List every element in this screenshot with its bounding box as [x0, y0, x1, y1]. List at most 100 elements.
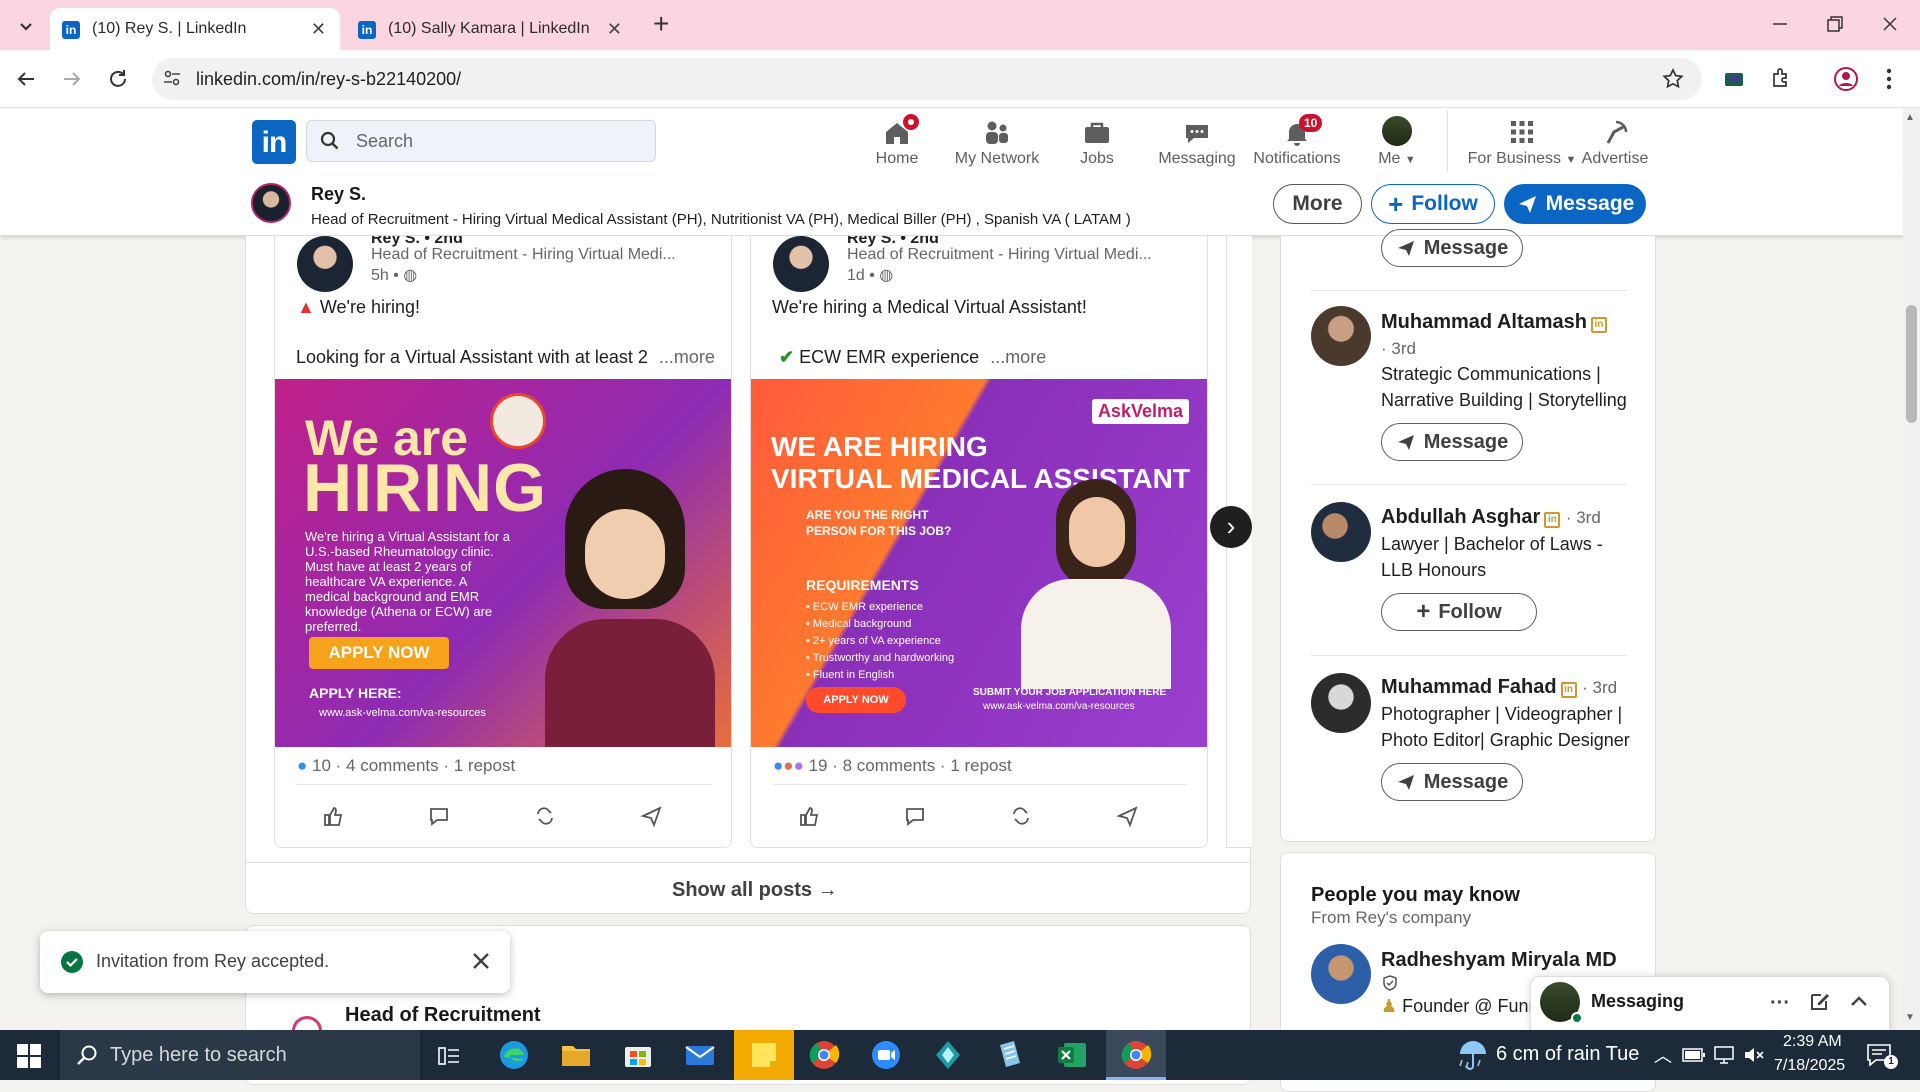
- chrome-icon[interactable]: [806, 1037, 842, 1073]
- chrome-taskbar-button-active[interactable]: [1106, 1030, 1166, 1080]
- minimize-button[interactable]: [1768, 12, 1792, 36]
- battery-icon[interactable]: [1682, 1047, 1706, 1063]
- mail-icon[interactable]: [682, 1037, 718, 1073]
- follow-button[interactable]: + Follow: [1381, 593, 1537, 631]
- message-button[interactable]: Message: [1381, 229, 1523, 267]
- see-more-link[interactable]: ...more: [659, 347, 715, 367]
- messaging-label[interactable]: Messaging: [1591, 991, 1684, 1012]
- carousel-next-button[interactable]: ›: [1210, 506, 1252, 548]
- like-button[interactable]: [313, 796, 353, 836]
- sticky-notes-taskbar-button[interactable]: [734, 1030, 794, 1080]
- show-hidden-icons-icon[interactable]: ︿: [1654, 1042, 1672, 1068]
- restore-button[interactable]: [1822, 12, 1846, 36]
- profile-name[interactable]: Muhammad Altamash in: [1381, 311, 1607, 334]
- weather-rain-icon[interactable]: [1456, 1038, 1490, 1072]
- weather-text[interactable]: 6 cm of rain Tue: [1496, 1043, 1639, 1066]
- messaging-panel[interactable]: [1530, 976, 1890, 1036]
- close-tab-icon[interactable]: ✕: [607, 19, 622, 40]
- post-card[interactable]: Rey S. • 2nd Head of Recruitment - Hirin…: [750, 236, 1208, 848]
- profile-name[interactable]: Radheshyam Miryala MD: [1381, 949, 1617, 972]
- url-text[interactable]: linkedin.com/in/rey-s-b22140200/: [196, 69, 461, 90]
- repost-button[interactable]: [525, 796, 565, 836]
- nav-for-business[interactable]: For Business ▼: [1462, 114, 1582, 172]
- messaging-options-icon[interactable]: ···: [1770, 992, 1790, 1015]
- nav-messaging[interactable]: Messaging: [1147, 114, 1247, 172]
- comment-button[interactable]: [419, 796, 459, 836]
- profile-avatar[interactable]: [1311, 944, 1371, 1004]
- nav-jobs[interactable]: Jobs: [1047, 114, 1147, 172]
- toast-close-button[interactable]: [470, 950, 492, 972]
- like-button[interactable]: [789, 796, 829, 836]
- image-link: www.ask-velma.com/va-resources: [319, 707, 486, 719]
- post-stats[interactable]: ●●● 19 · 8 comments · 1 repost: [773, 756, 1012, 776]
- browser-tab[interactable]: in (10) Sally Kamara | LinkedIn ✕: [346, 8, 636, 50]
- profile-name: Rey S.: [311, 184, 367, 204]
- nav-advertise[interactable]: Advertise: [1565, 114, 1665, 172]
- scrollbar-thumb[interactable]: [1906, 305, 1917, 423]
- volume-muted-icon[interactable]: [1742, 1044, 1766, 1066]
- profile-avatar[interactable]: [1311, 673, 1371, 733]
- post-image[interactable]: We are HIRING We're hiring a Virtual Ass…: [275, 379, 731, 747]
- start-button[interactable]: [16, 1043, 42, 1069]
- post-image[interactable]: AskVelma WE ARE HIRING VIRTUAL MEDICAL AS…: [751, 379, 1207, 747]
- send-button[interactable]: [1107, 796, 1147, 836]
- microsoft-store-icon[interactable]: [620, 1037, 656, 1073]
- profile-headline: Lawyer | Bachelor of Laws - LLB Honours: [1381, 534, 1603, 580]
- profile-avatar-icon[interactable]: [1833, 66, 1859, 92]
- notification-center-icon[interactable]: 1: [1866, 1043, 1898, 1069]
- bookmark-star-icon[interactable]: [1661, 67, 1685, 91]
- back-button[interactable]: [14, 67, 38, 91]
- app-document-icon[interactable]: [992, 1037, 1028, 1073]
- browser-menu-icon[interactable]: [1885, 66, 1893, 92]
- post-stats[interactable]: ● 10 · 4 comments · 1 repost: [297, 756, 515, 776]
- plus-icon: +: [1416, 598, 1431, 625]
- new-tab-button[interactable]: +: [653, 8, 669, 40]
- reload-button[interactable]: [106, 67, 130, 91]
- forward-button[interactable]: [60, 67, 84, 91]
- more-button[interactable]: More: [1273, 184, 1362, 224]
- nav-my-network[interactable]: My Network: [947, 114, 1047, 172]
- tab-search-button[interactable]: [14, 14, 38, 38]
- profile-name[interactable]: Muhammad Fahad in · 3rd: [1381, 676, 1617, 699]
- message-button[interactable]: Message: [1381, 763, 1523, 801]
- zoom-icon[interactable]: [868, 1037, 904, 1073]
- close-window-button[interactable]: [1878, 12, 1902, 36]
- linkedin-logo[interactable]: in: [252, 120, 296, 164]
- message-button[interactable]: Message: [1504, 184, 1646, 224]
- send-button[interactable]: [631, 796, 671, 836]
- file-explorer-icon[interactable]: [558, 1037, 594, 1073]
- see-more-link[interactable]: ...more: [990, 347, 1046, 367]
- site-info-icon[interactable]: [162, 68, 182, 88]
- edge-icon[interactable]: [496, 1037, 532, 1073]
- profile-avatar[interactable]: [1311, 502, 1371, 562]
- comment-button[interactable]: [895, 796, 935, 836]
- close-tab-icon[interactable]: ✕: [311, 19, 326, 40]
- follow-button[interactable]: + Follow: [1371, 184, 1495, 224]
- page-scrollbar[interactable]: [1903, 108, 1920, 1030]
- nav-home[interactable]: Home: [847, 114, 947, 172]
- extension-icon[interactable]: [1722, 67, 1746, 91]
- nav-me[interactable]: Me ▼: [1347, 114, 1447, 172]
- toast-text: Invitation from Rey accepted.: [96, 951, 330, 971]
- excel-icon[interactable]: [1054, 1037, 1090, 1073]
- clock-time[interactable]: 2:39 AM: [1783, 1033, 1842, 1051]
- divider: [1311, 484, 1627, 485]
- nav-notifications[interactable]: Notifications 10: [1247, 114, 1347, 172]
- repost-button[interactable]: [1001, 796, 1041, 836]
- profile-avatar[interactable]: [1311, 306, 1371, 366]
- scroll-up-arrow-icon[interactable]: ▲: [1905, 112, 1915, 123]
- scroll-down-arrow-icon[interactable]: ▼: [1905, 1012, 1915, 1023]
- clock-date[interactable]: 7/18/2025: [1774, 1057, 1845, 1075]
- message-button[interactable]: Message: [1381, 423, 1523, 461]
- browser-tab-active[interactable]: in (10) Rey S. | LinkedIn ✕: [50, 8, 340, 50]
- divider: [246, 862, 1250, 863]
- extensions-puzzle-icon[interactable]: [1769, 66, 1793, 90]
- profile-name[interactable]: Abdullah Asghar in · 3rd: [1381, 506, 1601, 529]
- show-all-posts-link[interactable]: Show all posts →: [672, 879, 838, 902]
- post-card[interactable]: Rey S. • 2nd Head of Recruitment - Hirin…: [274, 236, 732, 848]
- network-icon[interactable]: [1712, 1044, 1736, 1066]
- app-diamond-icon[interactable]: [930, 1037, 966, 1073]
- compose-message-icon[interactable]: [1809, 990, 1831, 1012]
- chevron-up-icon[interactable]: [1848, 990, 1870, 1012]
- task-view-icon[interactable]: [436, 1043, 462, 1069]
